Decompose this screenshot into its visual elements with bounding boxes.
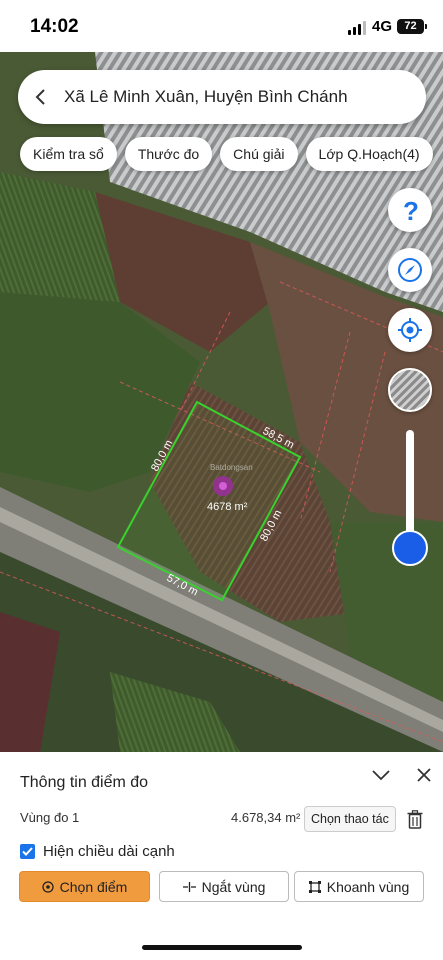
question-icon: ? bbox=[403, 198, 419, 222]
area-region-label: Khoanh vùng bbox=[326, 878, 410, 895]
compass-button[interactable] bbox=[388, 248, 432, 292]
center-marker-icon bbox=[213, 476, 233, 496]
help-button[interactable]: ? bbox=[388, 188, 432, 232]
show-edge-length-toggle[interactable]: Hiện chiều dài cạnh bbox=[20, 843, 175, 860]
select-point-button[interactable]: Chọn điểm bbox=[19, 871, 150, 902]
trash-icon bbox=[407, 809, 423, 829]
my-location-button[interactable] bbox=[388, 308, 432, 352]
map-tool-chips: Kiểm tra sổ Thước đo Chú giải Lớp Q.Hoạc… bbox=[20, 137, 433, 171]
target-icon bbox=[41, 880, 54, 893]
home-indicator bbox=[142, 945, 302, 950]
map-layer-toggle[interactable] bbox=[388, 368, 432, 412]
show-edge-length-label: Hiện chiều dài cạnh bbox=[43, 843, 175, 860]
area-value: 4.678,34 m² bbox=[231, 810, 301, 825]
signal-icon bbox=[348, 21, 366, 35]
chip-ruler[interactable]: Thước đo bbox=[124, 137, 213, 171]
location-search-bar[interactable]: Xã Lê Minh Xuân, Huyện Bình Chánh bbox=[18, 70, 426, 124]
crop-square-icon bbox=[308, 880, 321, 893]
network-label: 4G bbox=[372, 18, 393, 35]
location-title: Xã Lê Minh Xuân, Huyện Bình Chánh bbox=[64, 87, 348, 106]
close-icon bbox=[417, 768, 431, 782]
back-button[interactable] bbox=[18, 70, 64, 124]
delete-region-button[interactable] bbox=[404, 807, 426, 831]
status-time: 14:02 bbox=[30, 16, 79, 37]
area-label: 4678 m² bbox=[207, 501, 248, 513]
svg-text:?: ? bbox=[403, 198, 419, 222]
chevron-left-icon bbox=[35, 89, 45, 105]
target-location-icon bbox=[398, 318, 422, 342]
opacity-slider-knob[interactable] bbox=[392, 529, 428, 566]
close-panel-button[interactable] bbox=[414, 765, 434, 785]
split-region-button[interactable]: Ngắt vùng bbox=[159, 871, 289, 902]
collapse-panel-button[interactable] bbox=[370, 766, 392, 784]
area-region-button[interactable]: Khoanh vùng bbox=[294, 871, 424, 902]
split-icon bbox=[182, 881, 196, 892]
chevron-down-icon bbox=[372, 769, 390, 780]
compass-icon bbox=[398, 258, 422, 282]
panel-title: Thông tin điểm đo bbox=[20, 774, 149, 791]
battery-icon: 72 bbox=[397, 19, 427, 34]
select-point-label: Chọn điểm bbox=[59, 878, 128, 895]
chip-legend[interactable]: Chú giải bbox=[220, 137, 298, 171]
region-label: Vùng đo 1 bbox=[20, 810, 80, 825]
select-action-button[interactable]: Chọn thao tác bbox=[304, 806, 396, 832]
measurement-panel: Thông tin điểm đo Vùng đo 1 4.678,34 m² … bbox=[0, 752, 443, 960]
checkbox-checked-icon[interactable] bbox=[20, 844, 35, 859]
split-region-label: Ngắt vùng bbox=[201, 878, 266, 895]
watermark-text: Batdongsan bbox=[210, 463, 253, 472]
chip-check-title[interactable]: Kiểm tra sổ bbox=[20, 137, 117, 171]
status-bar: 14:02 4G 72 bbox=[0, 0, 443, 52]
chip-planning-layer[interactable]: Lớp Q.Hoạch(4) bbox=[305, 137, 433, 171]
